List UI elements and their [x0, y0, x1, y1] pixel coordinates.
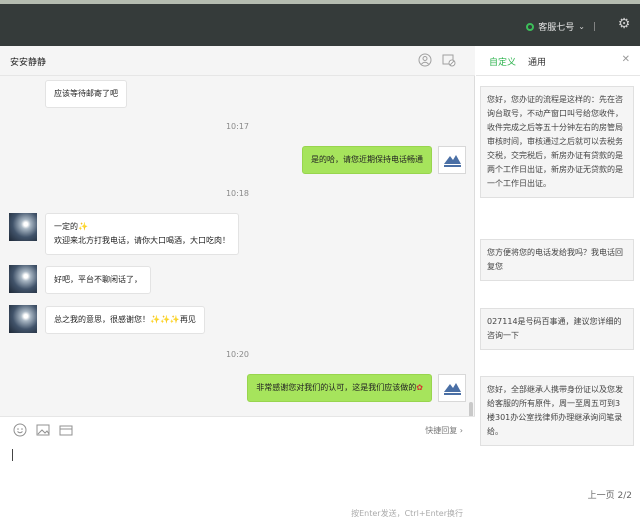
chat-header: 安安静静: [0, 46, 475, 76]
message-suffix: 再见: [179, 315, 196, 324]
message-text: 非常感谢您对我们的认可，这是我们应该做的: [256, 383, 417, 392]
contact-name: 安安静静: [10, 58, 47, 68]
status-dot-icon: [526, 22, 535, 31]
clap-emoji-icon: ✨: [78, 222, 88, 231]
scrollbar-thumb[interactable]: [469, 402, 473, 416]
message-input-area[interactable]: 快捷回复 › 按Enter发送，Ctrl+Enter换行: [0, 416, 475, 525]
reply-card[interactable]: 您好，您办证的流程是这样的：先在咨询台取号，不动产窗口叫号给您收件，收件完成之后…: [480, 86, 634, 198]
tab-custom[interactable]: 自定义: [489, 55, 516, 68]
timestamp: 10:20: [225, 350, 250, 359]
user-avatar: [9, 213, 37, 241]
send-hint: 按Enter发送，Ctrl+Enter换行: [351, 509, 463, 518]
tab-general[interactable]: 通用: [528, 55, 546, 68]
message-list[interactable]: 应该等待邮寄了吧 10:17 是的哈，请您近期保持电话畅通 10:18 一定的✨…: [0, 76, 475, 416]
message-bubble: 好吧，平台不聊闲话了，: [45, 266, 151, 294]
gear-icon[interactable]: ⚙: [616, 16, 632, 32]
divider: |: [592, 21, 596, 32]
agent-avatar: [438, 374, 466, 402]
message-bubble: 一定的✨ 欢迎来北方打我电话，请你大口喝酒，大口吃肉！: [45, 213, 239, 255]
chevron-right-icon: ›: [459, 426, 463, 435]
text-cursor: [12, 449, 13, 461]
chevron-down-icon[interactable]: ⌄: [578, 22, 585, 31]
page-count: 2/2: [617, 491, 632, 501]
message-bubble: 应该等待邮寄了吧: [45, 80, 127, 108]
top-bar: 客服七号 ⌄ | ⚙: [0, 0, 640, 46]
quick-reply-label: 快捷回复: [425, 426, 458, 435]
message-bubble: 是的哈，请您近期保持电话畅通: [302, 146, 432, 174]
quick-reply-button[interactable]: 快捷回复 ›: [425, 425, 463, 436]
timestamp: 10:17: [225, 122, 250, 131]
message-bubble: 总之我的意思，很感谢您！✨✨✨再见: [45, 306, 205, 334]
chat-window: 安安静静 应该等待邮寄了吧 10:17 是的哈，请您近期保持电话畅通 10:18…: [0, 46, 475, 525]
agent-name: 客服七号: [538, 23, 575, 33]
reply-card[interactable]: 您好，全部继承人携带身份证以及您发给客服的所有原件，周一至周五可到3楼301办公…: [480, 376, 634, 446]
end-chat-icon[interactable]: [441, 53, 457, 69]
user-profile-icon[interactable]: [417, 53, 433, 69]
rose-emoji-icon: ✿: [416, 383, 423, 392]
folder-icon[interactable]: [58, 423, 74, 439]
message-line: 欢迎来北方打我电话，请你大口喝酒，大口吃肉！: [54, 236, 230, 245]
pagination: 上一页 2/2: [588, 488, 632, 501]
message-line: 一定的: [54, 222, 78, 231]
message-bubble: 非常感谢您对我们的认可，这是我们应该做的✿: [247, 374, 432, 402]
image-icon[interactable]: [35, 423, 51, 439]
panel-tabs: 自定义 通用 ✕: [476, 46, 640, 76]
agent-status[interactable]: 客服七号 ⌄ |: [526, 20, 596, 33]
reply-card[interactable]: 027114是号码百事通，建议您详细的咨询一下: [480, 308, 634, 350]
timestamp: 10:18: [225, 189, 250, 198]
clap-emoji-icon: ✨✨✨: [150, 315, 180, 324]
reply-card[interactable]: 您方便将您的电话发给我吗？我电话回复您: [480, 239, 634, 281]
emoji-icon[interactable]: [12, 423, 28, 439]
prev-page-button[interactable]: 上一页: [588, 491, 615, 501]
message-text: 总之我的意思，很感谢您！: [54, 315, 150, 324]
close-icon[interactable]: ✕: [622, 54, 630, 65]
quick-reply-panel: 自定义 通用 ✕ 您好，您办证的流程是这样的：先在咨询台取号，不动产窗口叫号给您…: [476, 46, 640, 525]
user-avatar: [9, 265, 37, 293]
user-avatar: [9, 305, 37, 333]
agent-avatar: [438, 146, 466, 174]
